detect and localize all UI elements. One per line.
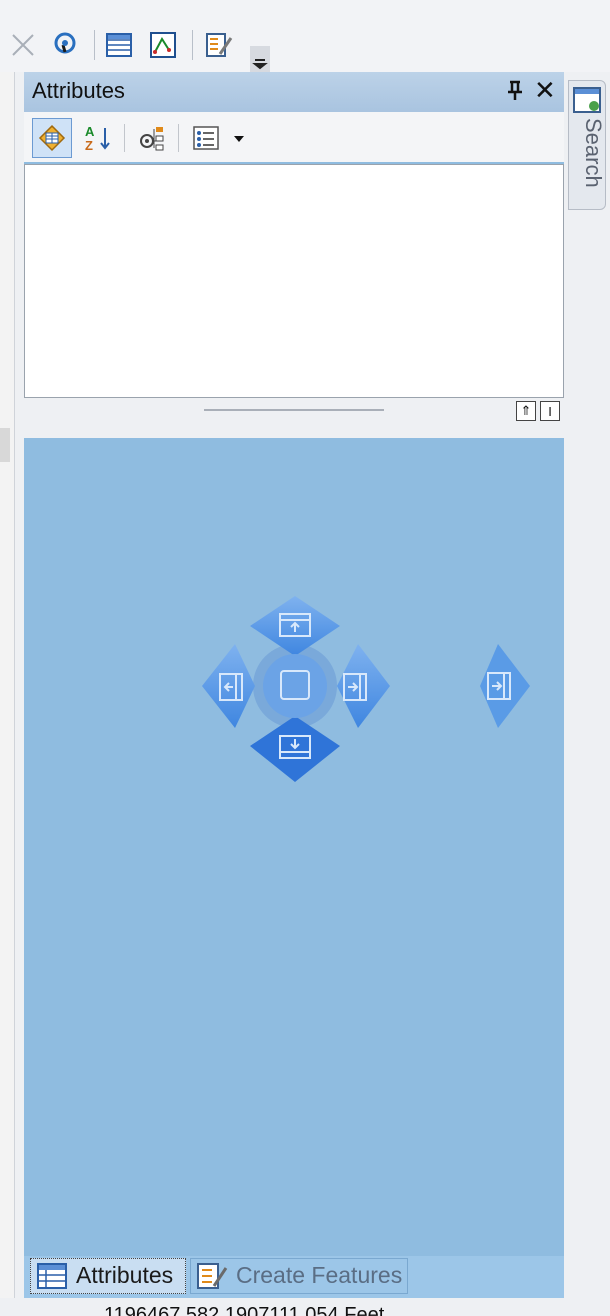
dock-top-icon[interactable]	[250, 596, 340, 656]
chart-icon[interactable]	[146, 28, 180, 62]
measure-icon[interactable]	[6, 28, 40, 62]
dock-compass	[202, 596, 390, 782]
sort-az-icon[interactable]: AZ	[78, 118, 118, 158]
scrollbar-thumb[interactable]	[0, 428, 10, 462]
search-tab-label[interactable]: Search	[570, 118, 606, 208]
svg-text:A: A	[85, 124, 95, 139]
left-dock-strip	[0, 72, 15, 1314]
close-icon[interactable]: ✕	[534, 76, 556, 104]
dock-left-icon[interactable]	[202, 644, 255, 728]
relationships-icon[interactable]	[132, 118, 172, 158]
panel-splitter[interactable]	[24, 398, 564, 438]
collapse-icon[interactable]: ⇑	[516, 401, 536, 421]
overflow-icon[interactable]	[250, 46, 270, 72]
search-window-icon	[572, 86, 604, 121]
tab-create-features-label: Create Features	[236, 1262, 403, 1288]
dock-bottom-icon[interactable]	[250, 716, 340, 782]
dropdown-arrow-icon[interactable]	[226, 118, 252, 158]
attributes-icon[interactable]	[32, 118, 72, 158]
svg-text:Z: Z	[85, 138, 93, 153]
feature-list[interactable]	[24, 164, 564, 398]
create-features-icon	[196, 1262, 228, 1295]
splitter-grip[interactable]	[204, 409, 384, 411]
attributes-table-icon	[36, 1262, 68, 1295]
panel-title: Attributes	[32, 78, 125, 103]
dock-far-right-icon[interactable]	[468, 640, 538, 732]
tab-attributes-label: Attributes	[76, 1262, 174, 1288]
dock-center-icon[interactable]	[263, 654, 327, 718]
list-options-icon[interactable]	[186, 118, 226, 158]
edit-sketch-icon[interactable]	[202, 28, 236, 62]
pin-icon[interactable]	[504, 78, 528, 104]
identify-icon[interactable]	[48, 28, 82, 62]
dock-right-icon[interactable]	[337, 644, 390, 728]
expand-icon[interactable]: I	[540, 401, 560, 421]
table-icon[interactable]	[102, 28, 136, 62]
main-toolbar	[0, 0, 610, 72]
